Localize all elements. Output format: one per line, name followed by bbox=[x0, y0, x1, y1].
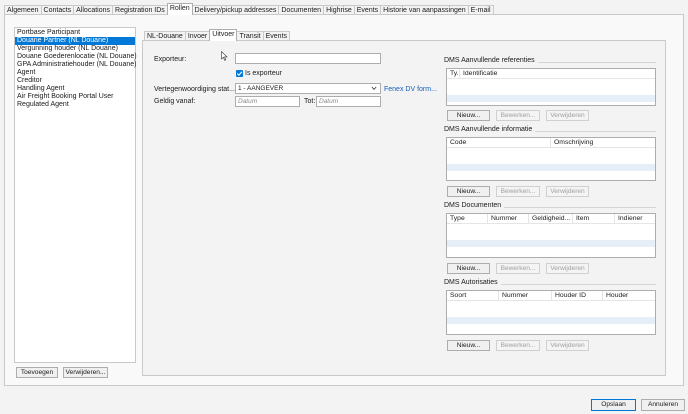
new-button[interactable]: Nieuw... bbox=[447, 263, 490, 274]
list-item[interactable]: Creditor bbox=[15, 77, 135, 85]
tot-label: Tot: bbox=[304, 98, 316, 105]
informatie-grid[interactable]: Code Omschrijving bbox=[446, 137, 656, 181]
list-item-selected[interactable]: Douane Partner (NL Douane) bbox=[15, 37, 135, 45]
new-button[interactable]: Nieuw... bbox=[447, 186, 490, 197]
table-row[interactable] bbox=[447, 164, 655, 171]
column-header[interactable]: Ty... bbox=[447, 69, 460, 78]
table-row[interactable] bbox=[447, 317, 655, 324]
is-exporteur-checkbox[interactable] bbox=[236, 70, 243, 77]
edit-button[interactable]: Bewerken... bbox=[496, 110, 540, 121]
column-header[interactable]: Geldigheid... bbox=[529, 214, 573, 223]
documenten-grid[interactable]: Type Nummer Geldigheid... Item Indiener bbox=[446, 213, 656, 258]
delete-button[interactable]: Verwijderen bbox=[546, 263, 589, 274]
documenten-title: DMS Documenten bbox=[444, 202, 505, 209]
tab-rollen[interactable]: Rollen bbox=[166, 3, 193, 15]
list-item[interactable]: Agent bbox=[15, 69, 135, 77]
mouse-cursor-icon bbox=[221, 50, 228, 63]
column-header[interactable]: Item bbox=[573, 214, 615, 223]
chevron-down-icon bbox=[371, 84, 377, 96]
is-exporteur-label: Is exporteur bbox=[245, 70, 282, 77]
column-header[interactable]: Type bbox=[447, 214, 488, 223]
new-button[interactable]: Nieuw... bbox=[447, 340, 490, 351]
toevoegen-button[interactable]: Toevoegen bbox=[16, 367, 58, 378]
fenex-link[interactable]: Fenex DV form... bbox=[384, 86, 437, 93]
save-button[interactable]: Opslaan bbox=[591, 399, 636, 411]
vertegenwoordiging-value: 1 - AANGEVER bbox=[238, 85, 284, 92]
tab-uitvoer[interactable]: Uitvoer bbox=[209, 29, 238, 41]
edit-button[interactable]: Bewerken... bbox=[496, 340, 540, 351]
referenties-grid[interactable]: Ty... Identificatie bbox=[446, 68, 656, 106]
list-item[interactable]: Douane Goederenlocatie (NL Douane) bbox=[15, 53, 137, 61]
edit-button[interactable]: Bewerken... bbox=[496, 263, 540, 274]
autorisaties-grid[interactable]: Soort Nummer Houder ID Houder bbox=[446, 290, 656, 335]
referenties-title: DMS Aanvullende referenties bbox=[444, 57, 538, 64]
delete-button[interactable]: Verwijderen bbox=[546, 340, 589, 351]
exporteur-field[interactable] bbox=[235, 53, 381, 64]
column-header[interactable]: Omschrijving bbox=[551, 138, 651, 147]
column-header[interactable]: Code bbox=[447, 138, 551, 147]
column-header[interactable]: Houder ID bbox=[552, 291, 603, 300]
vertegenwoordiging-select[interactable]: 1 - AANGEVER bbox=[235, 83, 381, 94]
new-button[interactable]: Nieuw... bbox=[447, 110, 490, 121]
delete-button[interactable]: Verwijderen bbox=[546, 186, 589, 197]
column-header[interactable]: Indiener bbox=[615, 214, 653, 223]
column-header[interactable]: Nummer bbox=[488, 214, 529, 223]
informatie-title: DMS Aanvullende informatie bbox=[444, 126, 536, 133]
list-item[interactable]: Regulated Agent bbox=[15, 101, 135, 109]
autorisaties-title: DMS Autorisaties bbox=[444, 279, 501, 286]
exporteur-label: Exporteur: bbox=[154, 56, 187, 63]
table-row[interactable] bbox=[447, 95, 655, 102]
column-header[interactable]: Soort bbox=[447, 291, 499, 300]
geldig-vanaf-input[interactable]: Datum bbox=[235, 96, 300, 107]
delete-button[interactable]: Verwijderen bbox=[546, 110, 589, 121]
edit-button[interactable]: Bewerken... bbox=[496, 186, 540, 197]
table-row[interactable] bbox=[447, 240, 655, 247]
vertegenwoordiging-label: Vertegenwoordiging stat... bbox=[154, 86, 235, 93]
roles-list[interactable]: Portbase Participant Douane Partner (NL … bbox=[14, 27, 137, 363]
column-header[interactable]: Nummer bbox=[499, 291, 552, 300]
list-item[interactable]: Portbase Participant bbox=[15, 29, 135, 37]
column-header[interactable]: Identificatie bbox=[460, 69, 560, 78]
list-item[interactable]: Handling Agent bbox=[15, 85, 135, 93]
column-header[interactable]: Houder bbox=[603, 291, 653, 300]
verwijderen-role-button[interactable]: Verwijderen... bbox=[63, 367, 108, 378]
list-item[interactable]: Vergunning houder (NL Douane) bbox=[15, 45, 135, 53]
geldig-vanaf-label: Geldig vanaf: bbox=[154, 98, 196, 105]
cancel-button[interactable]: Annuleren bbox=[641, 399, 685, 411]
tot-input[interactable]: Datum bbox=[316, 96, 381, 107]
list-item[interactable]: Air Freight Booking Portal User bbox=[15, 93, 135, 101]
list-item[interactable]: GPA Administratiehouder (NL Douane) bbox=[15, 61, 136, 69]
